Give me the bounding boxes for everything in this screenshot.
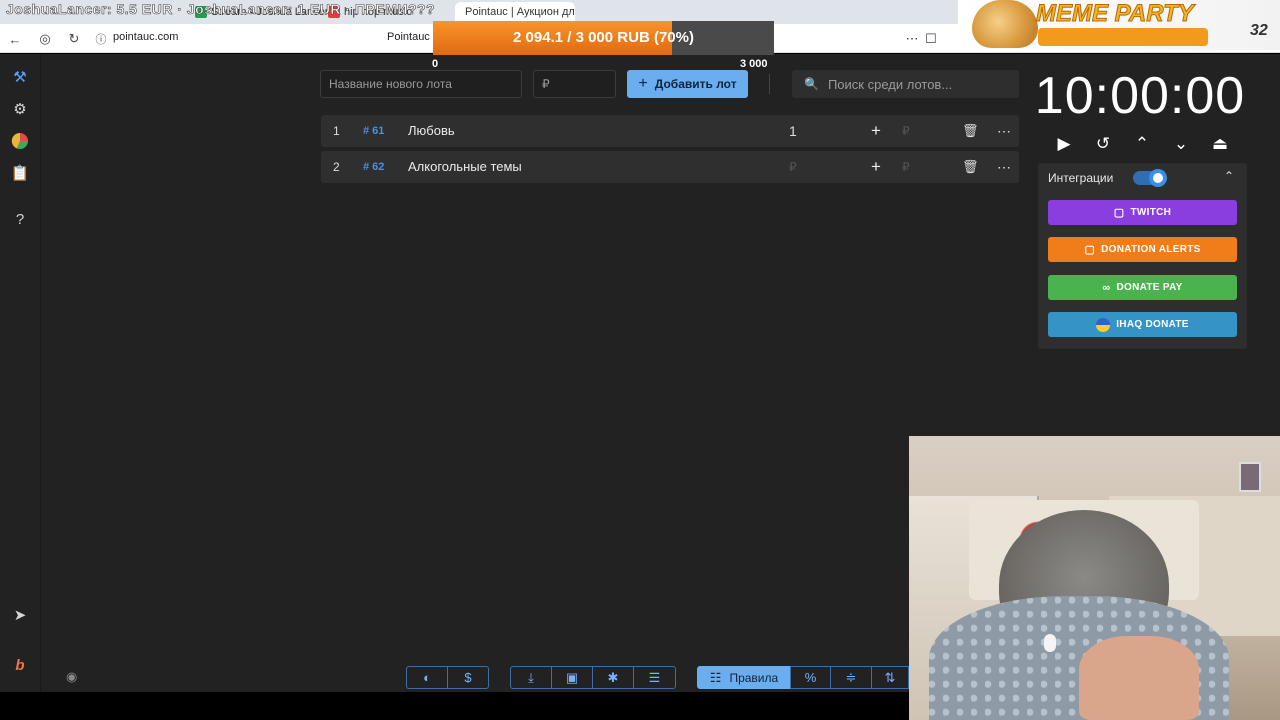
clear-list-icon[interactable]: ☰ (633, 666, 676, 689)
auction-timer: 10:00:00 (1034, 67, 1246, 125)
search-icon: 🔍 (804, 77, 819, 91)
donation-alerts-icon: ▢ (1084, 244, 1096, 256)
lot-tag[interactable]: # 61 (363, 115, 384, 147)
more-icon[interactable]: ⋯ (903, 30, 921, 48)
page-title: Pointauc | (387, 31, 436, 43)
lot-row[interactable]: 1 # 61 Любовь 1 + ₽ 🗑 ⋯ (321, 115, 1019, 147)
meme-party-bar (1038, 28, 1208, 46)
meme-party-title: MEME PARTY (1036, 0, 1195, 28)
goal-text: 2 094.1 / 3 000 RUB (70%) (513, 29, 694, 46)
back-icon[interactable]: ← (6, 30, 24, 48)
clipboard-icon[interactable]: 📋 (9, 162, 31, 184)
play-icon[interactable]: ▶ (1052, 132, 1076, 156)
url-field[interactable]: pointauc.com (113, 31, 178, 43)
ihaq-donate-button[interactable]: IHAQ DONATE (1048, 312, 1237, 337)
donation-goal-bar: 2 094.1 / 3 000 RUB (70%) (433, 21, 774, 55)
add-lot-button[interactable]: + Добавить лот (627, 70, 748, 98)
add-amount-icon[interactable]: + (871, 151, 881, 183)
goal-min: 0 (432, 58, 439, 70)
meme-party-count: 32 (1250, 22, 1268, 39)
integrations-label: Интеграции (1048, 171, 1114, 185)
webcam-picture (1239, 462, 1261, 492)
telegram-icon[interactable]: ➤ (9, 604, 31, 626)
lot-amount[interactable]: ₽ (789, 151, 797, 183)
webcam-face (1079, 636, 1199, 720)
search-input[interactable]: 🔍 Поиск среди лотов... (792, 70, 1019, 98)
reload-icon[interactable]: ↻ (65, 30, 83, 48)
lot-index: 2 (333, 160, 340, 174)
trash-icon[interactable]: 🗑 (962, 115, 979, 147)
chevron-up-icon[interactable]: ⌃ (1224, 169, 1234, 183)
integrations-toggle[interactable] (1133, 169, 1167, 187)
eye-icon[interactable]: ◉ (66, 669, 77, 685)
twitch-icon: ▢ (1113, 207, 1125, 219)
pie-chart-icon[interactable] (9, 130, 31, 152)
pie-chart-icon (11, 132, 29, 150)
webcam-feed (909, 436, 1280, 720)
plus-icon: + (638, 75, 648, 92)
more-icon[interactable]: ⋯ (997, 151, 1012, 183)
site-info-icon[interactable]: ⓘ (92, 30, 110, 48)
gear-icon[interactable]: ⚙ (9, 98, 31, 120)
more-icon[interactable]: ⋯ (997, 115, 1012, 147)
lot-currency[interactable]: ₽ (902, 151, 910, 183)
donate-pay-icon: ∞ (1102, 281, 1111, 294)
lot-name[interactable]: Любовь (408, 115, 455, 147)
sort-icon[interactable]: ⇅ (871, 666, 909, 689)
rules-icon: ☷ (709, 669, 722, 685)
auction-icon[interactable]: ⚒ (9, 66, 31, 88)
donation-alerts-button[interactable]: ▢ DONATION ALERTS (1048, 237, 1237, 262)
add-amount-icon[interactable]: + (871, 115, 881, 147)
lot-amount[interactable]: 1 (789, 115, 797, 147)
sidebar: ⚒ ⚙ 📋 ? ➤ b ◉ (0, 54, 77, 692)
reset-icon[interactable]: ↺ (1091, 132, 1115, 156)
meme-party-widget: MEME PARTY 32 (958, 0, 1280, 50)
lot-name[interactable]: Алкогольные темы (408, 151, 522, 183)
doge-icon (972, 0, 1038, 48)
lot-row[interactable]: 2 # 62 Алкогольные темы ₽ + ₽ 🗑 ⋯ (321, 151, 1019, 183)
divider (769, 74, 770, 94)
goal-max: 3 000 (740, 58, 768, 70)
bug-icon[interactable]: ✱ (592, 666, 634, 689)
github-icon[interactable]: ◐ (406, 666, 448, 689)
bookmark-icon[interactable]: ☐ (922, 30, 940, 48)
donation-ticker: JoshuaLancer: 5.5 EUR · JoshuaLancer: 1 … (6, 1, 436, 18)
chevron-up-icon[interactable]: ⌃ (1130, 132, 1154, 156)
lot-tag[interactable]: # 62 (363, 151, 384, 183)
lot-index: 1 (333, 124, 340, 138)
amount-input[interactable]: ₽ (533, 70, 616, 98)
eject-icon[interactable]: ⏏ (1208, 132, 1232, 156)
toggle-knob (1149, 169, 1167, 187)
twitch-button[interactable]: ▢ TWITCH (1048, 200, 1237, 225)
percent-icon[interactable]: % (790, 666, 831, 689)
browser-tab-active[interactable]: Pointauc | Аукцион для... (455, 2, 575, 22)
integrations-panel: Интеграции ⌃ ▢ TWITCH ▢ DONATION ALERTS … (1038, 163, 1247, 349)
help-icon[interactable]: ? (9, 208, 31, 230)
donate-pay-button[interactable]: ∞ DONATE PAY (1048, 275, 1237, 300)
trash-icon[interactable]: 🗑 (962, 151, 979, 183)
lot-currency[interactable]: ₽ (902, 115, 910, 147)
ihaq-icon (1096, 317, 1111, 332)
new-lot-input[interactable]: Название нового лота (320, 70, 522, 98)
save-icon[interactable]: ▣ (551, 666, 593, 689)
webcam-earbud (1044, 634, 1056, 652)
donate-dollar-icon[interactable]: $ (447, 666, 489, 689)
boosty-icon[interactable]: b (9, 654, 31, 676)
home-icon[interactable]: ◎ (36, 30, 54, 48)
chevron-down-icon[interactable]: ⌄ (1169, 132, 1193, 156)
split-icon[interactable]: ≑ (830, 666, 872, 689)
rules-button[interactable]: ☷ Правила (697, 666, 791, 689)
download-icon[interactable]: ⤓ (510, 666, 552, 689)
